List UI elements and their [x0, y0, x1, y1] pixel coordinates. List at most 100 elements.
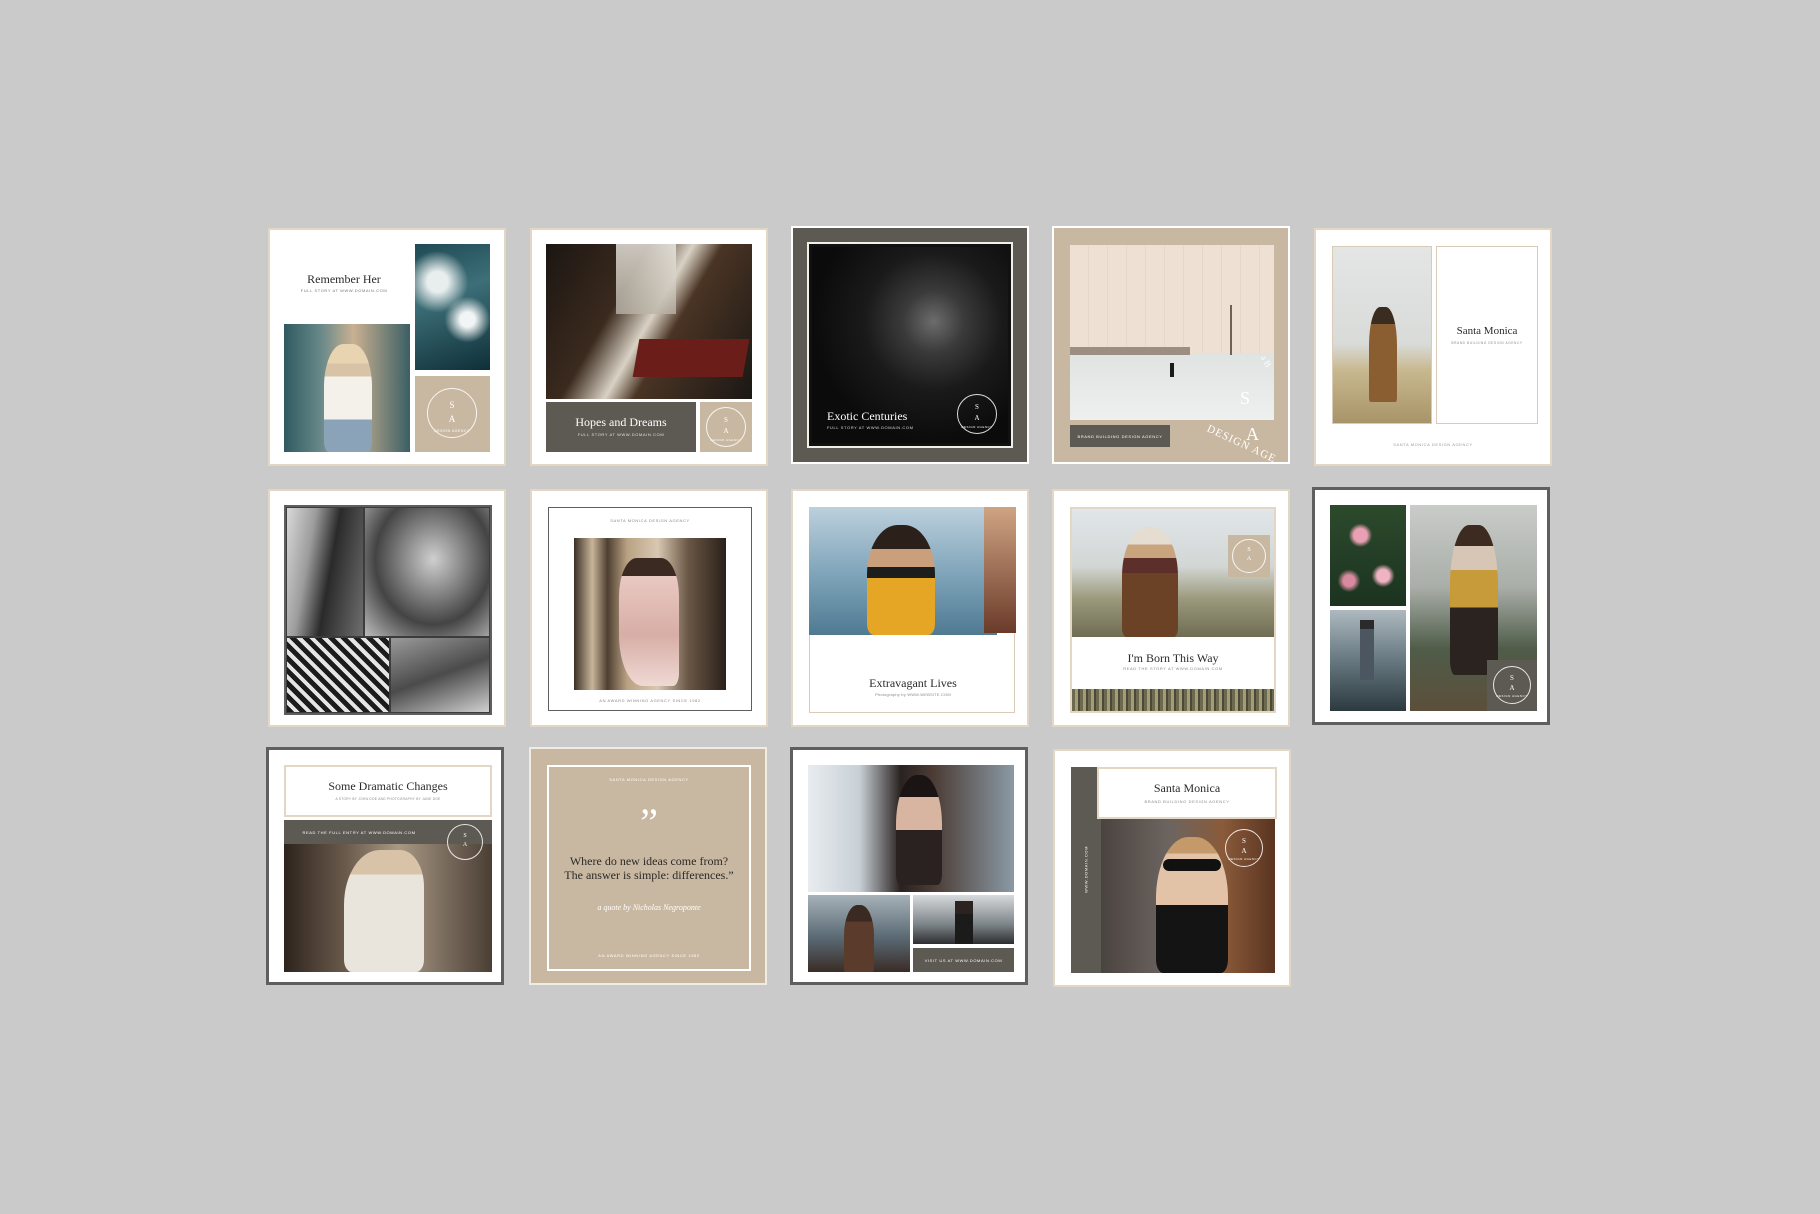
bare-tree: [1230, 305, 1232, 355]
woman-figure: [324, 344, 372, 452]
read-more-text: READ THE FULL ENTRY AT WWW.DOMAIN.COM: [302, 830, 416, 835]
logo-badge: S A: [1228, 535, 1270, 577]
design-agency-seal: S A DESIGN AGENCY: [427, 388, 477, 438]
card-title: Santa Monica: [1153, 781, 1221, 795]
template-card-remember-her[interactable]: Remember Her FULL STORY AT WWW.DOMAIN.CO…: [268, 228, 506, 466]
agency-band: BRAND BUILDING DESIGN AGENCY: [1070, 425, 1170, 447]
woman-figure: [1450, 525, 1498, 675]
template-card-portrait-collage[interactable]: VISIT US AT WWW.DOMAIN.COM: [790, 747, 1028, 985]
logo-badge: S A DESIGN AGENCY: [415, 376, 490, 452]
card-subtitle: A STORY BY JOHN DOE AND PHOTOGRAPHY BY J…: [335, 797, 441, 801]
bw-woman-back-photo: [287, 508, 363, 636]
vertical-url: WWW.DOMAIN.COM: [1083, 845, 1089, 894]
woman-beach-photo: [284, 324, 410, 452]
red-sofa: [632, 339, 750, 377]
seal-letter-s: S: [1240, 388, 1251, 408]
quote-mark: ”: [640, 800, 658, 845]
text-panel: Santa Monica BRAND BUILDING DESIGN AGENC…: [1436, 246, 1538, 424]
card-footer: SANTA MONICA DESIGN AGENCY: [1393, 442, 1473, 447]
woman-figure: [955, 901, 973, 944]
sunglasses: [1163, 859, 1221, 871]
inner-frame: SANTA MONICA DESIGN AGENCY AN AWARD WINN…: [548, 507, 752, 711]
dark-slab: [1070, 347, 1190, 355]
bw-man-smoking-photo: [365, 508, 489, 636]
card-title: Remember Her: [307, 272, 381, 286]
logo-badge: S A DESIGN AGENCY: [1487, 660, 1537, 711]
design-agency-seal: S A DESIGN AGENCY: [957, 394, 997, 434]
standing-figure: [1170, 363, 1174, 377]
design-agency-seal: S A: [1232, 539, 1266, 573]
design-agency-seal: S A DESIGN AGENCY: [706, 407, 746, 447]
template-card-flowers-collage[interactable]: S A DESIGN AGENCY: [1312, 487, 1550, 725]
woman-sunset-photo: [284, 844, 492, 972]
template-card-santa-monica-portrait[interactable]: WWW.DOMAIN.COM Santa Monica BRAND BUILDI…: [1053, 749, 1291, 987]
visit-band-text: VISIT US AT WWW.DOMAIN.COM: [924, 958, 1003, 963]
agency-footer: AN AWARD WINNING AGENCY SINCE 1982: [598, 953, 700, 958]
woman-figure: [344, 850, 424, 972]
card-subtitle: BRAND BUILDING DESIGN AGENCY: [1451, 341, 1523, 345]
woman-coast-photo: [808, 895, 910, 972]
card-subtitle: FULL STORY AT WWW.DOMAIN.COM: [300, 288, 388, 293]
card-subtitle: Photography by WWW.WEBSITE.COM: [875, 692, 951, 697]
visit-band: VISIT US AT WWW.DOMAIN.COM: [913, 948, 1014, 972]
inner-frame: S A I'm Born This Way READ THE STORY AT …: [1070, 507, 1276, 713]
template-card-dramatic-changes[interactable]: Some Dramatic Changes A STORY BY JOHN DO…: [266, 747, 504, 985]
ocean-waves-photo: [415, 244, 490, 370]
title-box: Some Dramatic Changes A STORY BY JOHN DO…: [284, 765, 492, 817]
woman-field-photo: [1332, 246, 1432, 424]
collage-frame: [284, 505, 492, 715]
wall-panel: [1070, 245, 1274, 353]
card-title: Santa Monica: [1456, 325, 1518, 337]
side-strip-photo: [984, 507, 1016, 633]
design-agency-seal: S A DESIGN AGENCY: [1225, 829, 1263, 867]
man-figure: [1360, 620, 1374, 680]
woman-pink-dress: [619, 558, 679, 686]
template-card-hopes-and-dreams[interactable]: Hopes and Dreams FULL STORY AT WWW.DOMAI…: [530, 228, 768, 466]
woman-figure: [844, 905, 874, 972]
card-title: I'm Born This Way: [1127, 651, 1219, 665]
logo-badge: S A DESIGN AGENCY: [700, 402, 752, 452]
agency-footer: AN AWARD WINNING AGENCY SINCE 1982: [599, 698, 701, 703]
template-card-exotic-centuries[interactable]: Exotic Centuries FULL STORY AT WWW.DOMAI…: [791, 226, 1029, 464]
woman-yellow-top-photo: [809, 507, 997, 635]
template-card-brand-building[interactable]: BRAND BUILDING DESIGN AGENCY S A DESIGN …: [1052, 226, 1290, 464]
woman-dress-arches-photo: [574, 538, 726, 690]
template-card-quote[interactable]: SANTA MONICA DESIGN AGENCY ” Where do ne…: [529, 747, 767, 985]
woman-shore-photo: [913, 895, 1014, 944]
template-card-born-this-way[interactable]: S A I'm Born This Way READ THE STORY AT …: [1052, 489, 1290, 727]
inner-frame: Extravagant Lives Photography by WWW.WEB…: [809, 507, 1016, 713]
title-box: Santa Monica BRAND BUILDING DESIGN AGENC…: [1097, 767, 1277, 819]
quote-attribution: a quote by Nicholas Negroponte: [597, 903, 701, 912]
pink-flowers-photo: [1330, 505, 1406, 606]
woman-figure: [1156, 837, 1228, 973]
quote-line-2: The answer is simple: differences.”: [564, 868, 734, 882]
woman-figure: [867, 525, 935, 635]
inner-frame: SANTA MONICA DESIGN AGENCY ” Where do ne…: [547, 765, 751, 971]
man-window-photo: [546, 244, 752, 399]
template-card-bw-collage[interactable]: [268, 489, 506, 727]
agency-header: SANTA MONICA DESIGN AGENCY: [610, 518, 690, 523]
man-sea-photo: [1330, 610, 1406, 711]
card-title: Some Dramatic Changes: [328, 779, 448, 793]
template-card-dress-photo[interactable]: SANTA MONICA DESIGN AGENCY AN AWARD WINN…: [530, 489, 768, 727]
card-subtitle: FULL STORY AT WWW.DOMAIN.COM: [577, 432, 665, 437]
agency-header: SANTA MONICA DESIGN AGENCY: [609, 777, 689, 782]
agency-band-text: BRAND BUILDING DESIGN AGENCY: [1077, 434, 1163, 439]
quote-line-1: Where do new ideas come from?: [569, 854, 729, 868]
design-agency-seal: S A DESIGN AGENCY: [1493, 666, 1531, 704]
card-title: Exotic Centuries: [827, 409, 908, 423]
template-card-santa-monica-split[interactable]: Santa Monica BRAND BUILDING DESIGN AGENC…: [1314, 228, 1552, 466]
grass-strip-photo: [1072, 689, 1274, 711]
template-card-extravagant-lives[interactable]: Extravagant Lives Photography by WWW.WEB…: [791, 489, 1029, 727]
design-agency-seal: S A: [447, 824, 483, 860]
figure-coat: [1369, 307, 1397, 402]
title-block: Hopes and Dreams FULL STORY AT WWW.DOMAI…: [546, 402, 696, 452]
woman-smoking-photo: [808, 765, 1014, 892]
woman-face: [896, 775, 942, 885]
arc-agency-text: DESIGN AGE: [1204, 422, 1279, 464]
bw-woman-lying-photo: [287, 638, 389, 712]
card-subtitle: FULL STORY AT WWW.DOMAIN.COM: [827, 425, 914, 430]
card-subtitle: BRAND BUILDING DESIGN AGENCY: [1144, 799, 1230, 804]
inner-frame: Exotic Centuries FULL STORY AT WWW.DOMAI…: [807, 242, 1013, 448]
card-subtitle: READ THE STORY AT WWW.DOMAIN.COM: [1123, 666, 1223, 671]
